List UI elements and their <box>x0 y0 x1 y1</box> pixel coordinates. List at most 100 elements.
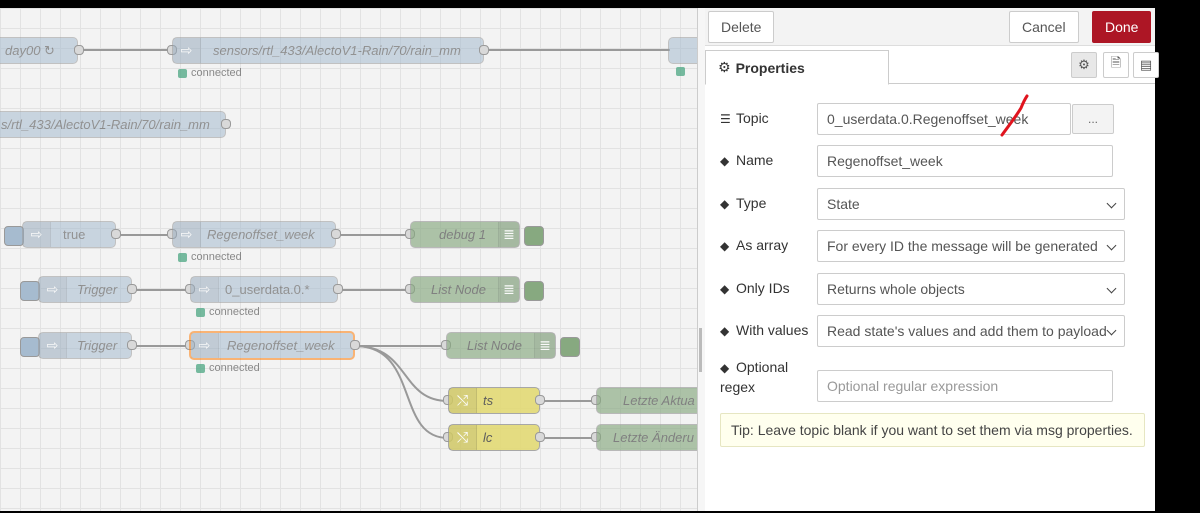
inject-button[interactable] <box>20 281 40 301</box>
tip-box: Tip: Leave topic blank if you want to se… <box>720 413 1145 447</box>
arrow-right-icon: ⇨ <box>173 222 201 247</box>
tag-icon: ◆ <box>720 324 730 338</box>
flow-node[interactable]: ⤭ lc <box>448 424 540 451</box>
tag-icon: ◆ <box>720 154 730 168</box>
inject-button[interactable] <box>4 226 24 246</box>
with-values-select[interactable]: Read state's values and add them to payl… <box>817 315 1125 347</box>
status-dot-icon <box>676 67 685 76</box>
status-dot-icon <box>178 68 187 78</box>
edit-tray: Delete Cancel Done ⚙ Properties ⚙ 🗎 ▤ ☰ T… <box>705 8 1159 511</box>
node-status <box>676 67 689 76</box>
node-port[interactable] <box>111 229 121 239</box>
flow-node[interactable]: List Node ≣ <box>446 332 556 359</box>
grip-icon <box>699 328 702 372</box>
flow-node[interactable]: s/rtl_433/AlectoV1-Rain/70/rain_mm <box>0 111 226 138</box>
flow-node[interactable]: ⤭ ts <box>448 387 540 414</box>
node-label: List Node <box>467 338 522 353</box>
tab-appearance-icon[interactable]: ▤ <box>1133 52 1159 78</box>
tag-icon: ◆ <box>720 197 730 211</box>
node-port[interactable] <box>535 395 545 405</box>
wire <box>354 345 449 439</box>
flow-node[interactable]: ⇨ sensors/rtl_433/AlectoV1-Rain/70/rain_… <box>172 37 484 64</box>
node-port[interactable] <box>331 229 341 239</box>
cancel-button[interactable]: Cancel <box>1009 11 1079 43</box>
flow-node[interactable]: ⇨ Trigger <box>38 332 132 359</box>
flow-workspace[interactable]: day00 ↻ ⇨ sensors/rtl_433/AlectoV1-Rain/… <box>0 8 697 511</box>
node-label: true <box>63 227 86 242</box>
only-ids-select[interactable]: Returns whole objects <box>817 273 1125 305</box>
node-label: debug 1 <box>439 227 486 242</box>
done-button[interactable]: Done <box>1092 11 1152 43</box>
wire <box>354 345 449 402</box>
node-label: sensors/rtl_433/AlectoV1-Rain/70/rain_mm <box>213 43 461 58</box>
node-label: Trigger <box>77 282 118 297</box>
flow-node[interactable]: debug 1 ≣ <box>410 221 520 248</box>
node-port[interactable] <box>535 432 545 442</box>
only-ids-label: ◆ Only IDs <box>720 280 790 296</box>
tray-tabs: ⚙ Properties ⚙ 🗎 ▤ <box>705 50 1159 85</box>
type-select[interactable]: State <box>817 188 1125 220</box>
topic-label: ☰ Topic <box>720 110 769 126</box>
delete-button[interactable]: Delete <box>708 11 775 43</box>
arrow-right-icon: ⇨ <box>39 277 67 302</box>
node-status: connected <box>178 251 242 263</box>
gear-icon: ⚙ <box>718 59 731 75</box>
tag-icon: ◆ <box>720 361 730 375</box>
tab-settings-icon[interactable]: ⚙ <box>1071 52 1097 78</box>
shuffle-icon: ⤭ <box>449 425 477 450</box>
flow-node[interactable]: List Node ≣ <box>410 276 520 303</box>
regex-input[interactable]: Optional regular expression <box>817 370 1113 402</box>
node-port[interactable] <box>479 45 489 55</box>
flow-node[interactable]: day00 ↻ <box>0 37 78 64</box>
arrow-right-icon: ⇨ <box>173 38 201 63</box>
node-port[interactable] <box>74 45 84 55</box>
flow-node[interactable]: ⇨ 0_userdata.0.* <box>190 276 338 303</box>
node-status: connected <box>196 362 260 374</box>
name-input[interactable]: Regenoffset_week <box>817 145 1113 177</box>
node-port[interactable] <box>127 284 137 294</box>
arrow-right-icon: ⇨ <box>191 277 219 302</box>
tag-icon: ◆ <box>720 282 730 296</box>
node-label: Regenoffset_week <box>207 227 315 242</box>
shuffle-icon: ⤭ <box>449 388 477 413</box>
flow-node[interactable]: Letzte Änderu <box>596 424 697 451</box>
list-icon: ≣ <box>498 222 519 247</box>
flow-node[interactable]: ⇨ Trigger <box>38 276 132 303</box>
node-label: Trigger <box>77 338 118 353</box>
node-status: connected <box>196 306 260 318</box>
tray-resize-handle[interactable] <box>697 8 705 511</box>
debug-toggle-button[interactable] <box>524 226 544 246</box>
node-label: day00 ↻ <box>5 42 55 58</box>
flow-node[interactable]: Letzte Aktua <box>596 387 697 414</box>
status-dot-icon <box>178 252 187 262</box>
node-port[interactable] <box>350 340 360 350</box>
list-icon: ≣ <box>533 333 555 358</box>
node-port[interactable] <box>127 340 137 350</box>
node-status: connected <box>178 67 242 79</box>
debug-toggle-button[interactable] <box>524 281 544 301</box>
status-dot-icon <box>196 363 205 373</box>
status-dot-icon <box>196 307 205 317</box>
name-label: ◆ Name <box>720 152 774 168</box>
node-label: Regenoffset_week <box>227 338 335 353</box>
arrow-right-icon: ⇨ <box>39 333 67 358</box>
tab-properties[interactable]: ⚙ Properties <box>705 50 889 85</box>
inject-button[interactable] <box>20 337 40 357</box>
flow-node[interactable]: ⇨ Regenoffset_week <box>172 221 336 248</box>
with-values-label: ◆ With values <box>720 322 809 338</box>
tab-description-icon[interactable]: 🗎 <box>1103 52 1129 78</box>
flow-node[interactable] <box>668 37 697 64</box>
topic-browse-button[interactable]: ... <box>1072 104 1114 134</box>
tasks-icon: ☰ <box>720 112 731 126</box>
regex-label: ◆ Optional regex <box>720 359 789 395</box>
node-label: ts <box>483 393 494 408</box>
node-port[interactable] <box>333 284 343 294</box>
node-port[interactable] <box>221 119 231 129</box>
as-array-label: ◆ As array <box>720 237 789 253</box>
flow-node-selected[interactable]: ⇨ Regenoffset_week <box>189 331 355 360</box>
debug-toggle-button[interactable] <box>560 337 580 357</box>
node-label: Letzte Änderu <box>613 430 694 445</box>
node-label: List Node <box>431 282 486 297</box>
as-array-select[interactable]: For every ID the message will be generat… <box>817 230 1125 262</box>
flow-node[interactable]: ⇨ true <box>22 221 116 248</box>
